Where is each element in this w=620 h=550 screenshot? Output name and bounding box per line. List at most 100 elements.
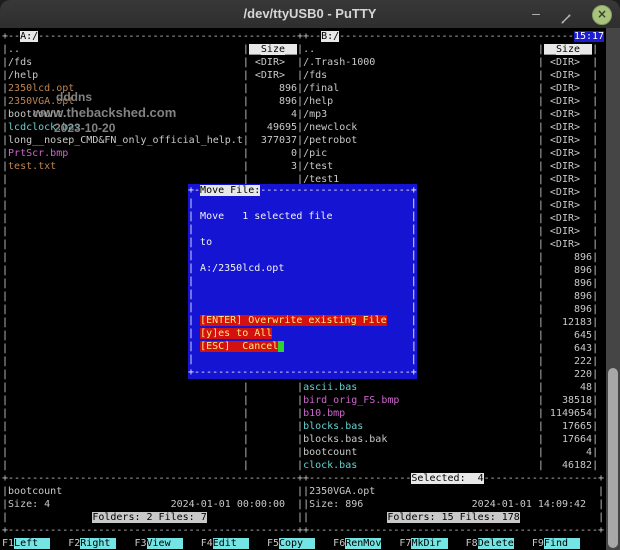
fkey-copy[interactable]: Copy — [279, 538, 315, 549]
maximize-button[interactable] — [554, 0, 578, 28]
terminal-text: | — [411, 289, 417, 300]
titlebar[interactable]: /dev/ttyUSB0 - PuTTY – × — [0, 0, 620, 29]
status-size: Size: 4 — [8, 499, 50, 510]
terminal-row: |Size: 4 2024-01-01 00:00:00 ||Size: 896… — [2, 498, 606, 511]
file-size — [249, 460, 297, 471]
terminal-text: | — [243, 44, 249, 55]
fkey-label: F3 — [134, 538, 146, 549]
terminal-text: | — [592, 135, 598, 146]
fkey-label: F5 — [267, 538, 279, 549]
file-name[interactable]: /help — [303, 96, 538, 107]
terminal-text: | — [2, 460, 243, 471]
file-name[interactable]: .. — [8, 44, 243, 55]
file-name[interactable]: ascii.bas — [303, 382, 538, 393]
dialog-row: | [y]es to All | — [188, 327, 417, 340]
file-size — [249, 382, 297, 393]
terminal-text: | — [592, 109, 598, 120]
scrollbar-thumb[interactable] — [608, 368, 618, 548]
dialog-row: | | — [188, 275, 417, 288]
file-name[interactable]: /mp3 — [303, 109, 538, 120]
fkey-label: F7 — [399, 538, 411, 549]
file-name[interactable]: blocks.bas.bak — [303, 434, 538, 445]
terminal-text — [381, 538, 399, 549]
terminal-text — [50, 499, 170, 510]
fkey-delete[interactable]: Delete — [478, 538, 514, 549]
panel-stats: Folders: 15 Files: 178 — [387, 512, 519, 523]
fkey-label: F8 — [466, 538, 478, 549]
file-size: <DIR> — [249, 70, 297, 81]
file-size: 4 — [544, 447, 592, 458]
fkey-label: F4 — [201, 538, 213, 549]
file-name[interactable]: long__nosep_CMD&FN_only_official_help.t — [8, 135, 243, 146]
fkey-right[interactable]: Right — [80, 538, 116, 549]
terminal-text: | — [2, 421, 243, 432]
watermark-line: 2023-10-20 — [54, 121, 115, 135]
file-name[interactable]: b10.bmp — [303, 408, 538, 419]
file-size: <DIR> — [544, 57, 592, 68]
file-name[interactable]: /pic — [303, 148, 538, 159]
file-size: <DIR> — [544, 96, 592, 107]
terminal-text: | — [592, 434, 598, 445]
dialog-row: | to | — [188, 236, 417, 249]
fkey-mkdir[interactable]: MkDir — [411, 538, 447, 549]
left-panel-path[interactable]: A:/ — [20, 31, 38, 42]
file-size: 48 — [544, 382, 592, 393]
file-name[interactable]: /newclock — [303, 122, 538, 133]
watermark-line: dddns — [56, 90, 92, 104]
file-name[interactable]: PrtScr.bmp — [8, 148, 243, 159]
terminal-text: | — [592, 356, 598, 367]
terminal-text — [315, 538, 333, 549]
minimize-button[interactable]: – — [524, 0, 548, 28]
file-name[interactable]: bootcount — [303, 447, 538, 458]
terminal-text: | — [592, 44, 598, 55]
close-button[interactable]: × — [592, 5, 612, 25]
file-name[interactable]: lcdclock.bas — [8, 122, 243, 133]
terminal-text: | — [411, 276, 417, 287]
file-size: 896 — [544, 291, 592, 302]
file-name[interactable]: /final — [303, 83, 538, 94]
file-size — [249, 408, 297, 419]
terminal-text: | — [592, 122, 598, 133]
file-name[interactable]: blocks.bas — [303, 421, 538, 432]
terminal-text: | — [592, 226, 598, 237]
file-name[interactable]: /fds — [8, 57, 243, 68]
terminal-text: | — [592, 278, 598, 289]
terminal-row: | | |ascii.bas | 48| — [2, 381, 606, 394]
file-size: 896 — [544, 252, 592, 263]
terminal-text: | — [411, 198, 417, 209]
terminal-text: | — [592, 408, 598, 419]
terminal-text: | — [592, 291, 598, 302]
scrollbar-track[interactable] — [606, 28, 620, 550]
fkey-find[interactable]: Find — [544, 538, 580, 549]
terminal-row: |/fds | <DIR> |/.Trash-1000 | <DIR> | — [2, 56, 606, 69]
terminal-text — [285, 499, 297, 510]
terminal-text: | — [592, 317, 598, 328]
fkey-view[interactable]: View — [147, 538, 183, 549]
file-name[interactable]: 2350lcd.opt — [8, 83, 243, 94]
file-name[interactable]: /help — [8, 70, 243, 81]
right-panel-path[interactable]: B:/ — [321, 31, 339, 42]
file-name[interactable]: /fds — [303, 70, 538, 81]
terminal-text — [194, 250, 411, 261]
fkey-edit[interactable]: Edit — [213, 538, 249, 549]
terminal-text: | — [411, 224, 417, 235]
file-size: <DIR> — [544, 200, 592, 211]
terminal-text: | — [411, 354, 417, 365]
terminal-text — [249, 538, 267, 549]
terminal-text — [272, 328, 410, 339]
status-size: Size: 896 — [309, 499, 363, 510]
file-size — [249, 421, 297, 432]
file-name[interactable]: /petrobot — [303, 135, 538, 146]
file-name[interactable]: test.txt — [8, 161, 243, 172]
fkey-left[interactable]: Left — [14, 538, 50, 549]
terminal-text: | — [592, 343, 598, 354]
file-name[interactable]: /.Trash-1000 — [303, 57, 538, 68]
terminal-text: | — [592, 96, 598, 107]
fkey-renmov[interactable]: RenMov — [345, 538, 381, 549]
file-name[interactable]: clock.bas — [303, 460, 538, 471]
terminal-text: || — [297, 512, 309, 523]
file-name[interactable]: /test — [303, 161, 538, 172]
file-name[interactable]: .. — [303, 44, 538, 55]
terminal-text — [580, 538, 598, 549]
file-name[interactable]: bird_orig_FS.bmp — [303, 395, 538, 406]
